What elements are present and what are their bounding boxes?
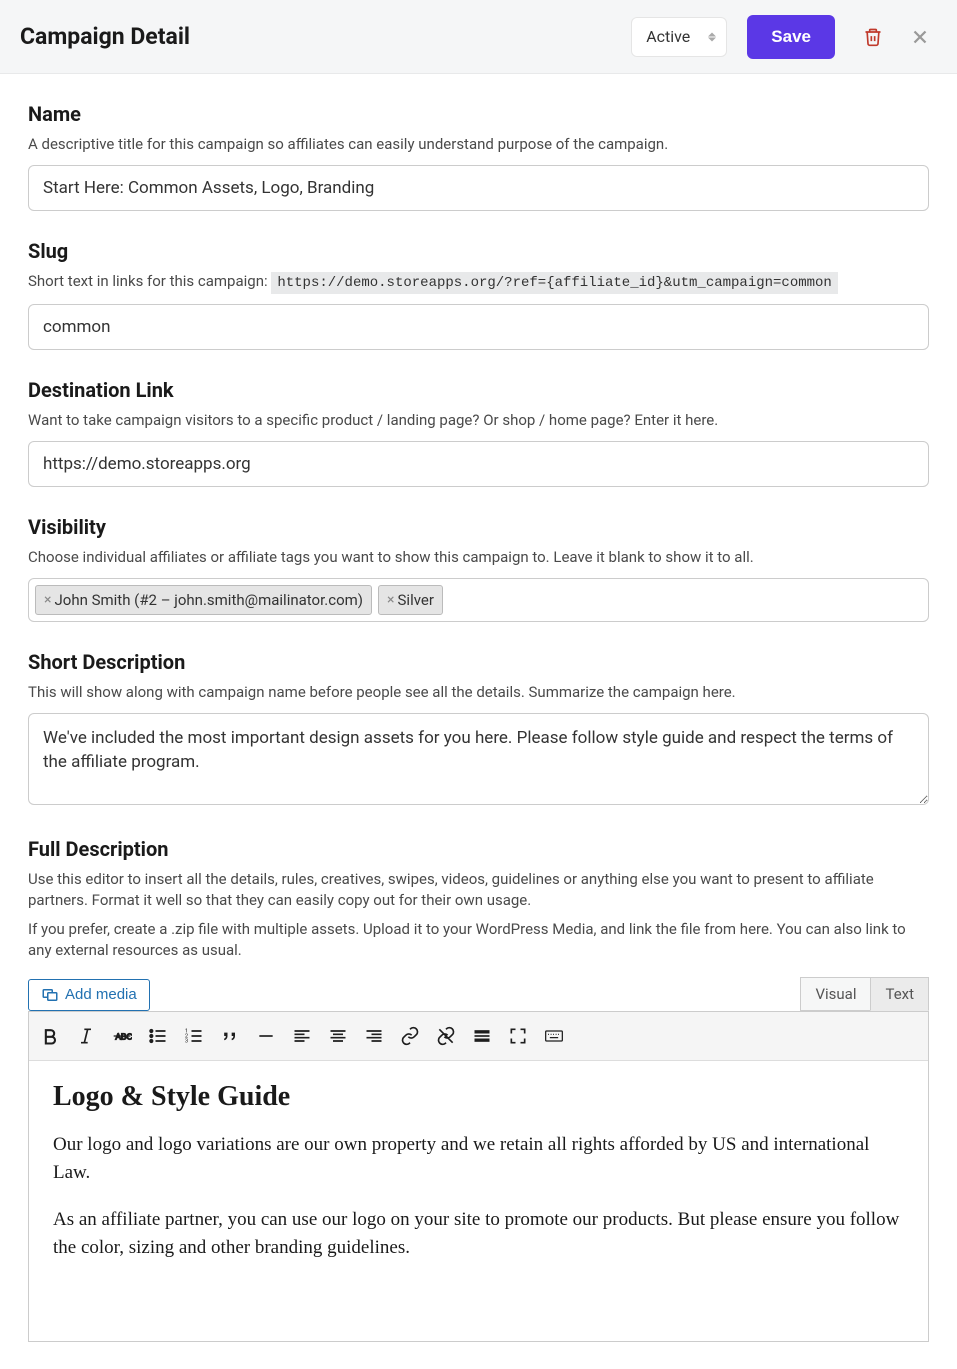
align-left-button[interactable] <box>285 1019 319 1053</box>
trash-icon <box>863 27 883 47</box>
unlink-button[interactable] <box>429 1019 463 1053</box>
editor-paragraph: Our logo and logo variations are our own… <box>53 1131 904 1188</box>
quote-icon <box>220 1026 240 1046</box>
short-desc-label: Short Description <box>28 650 929 674</box>
italic-icon <box>76 1026 96 1046</box>
numbered-list-icon: 123 <box>184 1026 204 1046</box>
status-value: Active <box>646 27 690 46</box>
close-button[interactable] <box>903 20 937 54</box>
strikethrough-icon: ABC <box>112 1026 132 1046</box>
field-destination: Destination Link Want to take campaign v… <box>28 378 929 487</box>
align-right-button[interactable] <box>357 1019 391 1053</box>
visibility-input[interactable]: × John Smith (#2 – john.smith@mailinator… <box>28 578 929 622</box>
bold-button[interactable] <box>33 1019 67 1053</box>
editor-top-row: Add media Visual Text <box>28 977 929 1011</box>
destination-input[interactable] <box>28 441 929 487</box>
page-title: Campaign Detail <box>20 23 631 50</box>
full-desc-label: Full Description <box>28 837 929 861</box>
destination-label: Destination Link <box>28 378 929 402</box>
editor-toolbar: ABC 123 <box>29 1012 928 1061</box>
field-slug: Slug Short text in links for this campai… <box>28 239 929 350</box>
editor-content[interactable]: Logo & Style Guide Our logo and logo var… <box>29 1061 928 1341</box>
align-center-button[interactable] <box>321 1019 355 1053</box>
link-icon <box>400 1026 420 1046</box>
slug-url-preview: https://demo.storeapps.org/?ref={affilia… <box>271 272 838 294</box>
hr-button[interactable] <box>249 1019 283 1053</box>
full-desc-help2: If you prefer, create a .zip file with m… <box>28 919 929 961</box>
numbered-list-button[interactable]: 123 <box>177 1019 211 1053</box>
field-name: Name A descriptive title for this campai… <box>28 102 929 211</box>
keyboard-icon <box>544 1026 564 1046</box>
chevron-updown-icon <box>708 32 716 41</box>
destination-help: Want to take campaign visitors to a spec… <box>28 410 929 431</box>
name-input[interactable] <box>28 165 929 211</box>
align-left-icon <box>292 1026 312 1046</box>
align-right-icon <box>364 1026 384 1046</box>
slug-input[interactable] <box>28 304 929 350</box>
header-bar: Campaign Detail Active Save <box>0 0 957 74</box>
tag-remove-icon[interactable]: × <box>44 592 51 608</box>
bullet-list-button[interactable] <box>141 1019 175 1053</box>
align-center-icon <box>328 1026 348 1046</box>
blockquote-button[interactable] <box>213 1019 247 1053</box>
kitchen-sink-button[interactable] <box>537 1019 571 1053</box>
add-media-button[interactable]: Add media <box>28 979 150 1011</box>
fullscreen-icon <box>508 1026 528 1046</box>
tab-text[interactable]: Text <box>870 977 929 1011</box>
rich-text-editor: ABC 123 Logo & Style Guide Our logo and … <box>28 1011 929 1342</box>
field-visibility: Visibility Choose individual affiliates … <box>28 515 929 622</box>
readmore-button[interactable] <box>465 1019 499 1053</box>
slug-help: Short text in links for this campaign: h… <box>28 271 929 294</box>
visibility-tag: × John Smith (#2 – john.smith@mailinator… <box>35 585 372 615</box>
editor-tabs: Visual Text <box>800 977 929 1011</box>
link-button[interactable] <box>393 1019 427 1053</box>
horizontal-rule-icon <box>256 1026 276 1046</box>
bullet-list-icon <box>148 1026 168 1046</box>
tab-visual[interactable]: Visual <box>800 977 870 1011</box>
editor-paragraph: As an affiliate partner, you can use our… <box>53 1206 904 1263</box>
tag-remove-icon[interactable]: × <box>387 592 394 608</box>
field-full-description: Full Description Use this editor to inse… <box>28 837 929 961</box>
visibility-help: Choose individual affiliates or affiliat… <box>28 547 929 568</box>
close-icon <box>909 26 931 48</box>
short-desc-help: This will show along with campaign name … <box>28 682 929 703</box>
editor-heading: Logo & Style Guide <box>53 1081 904 1113</box>
delete-button[interactable] <box>857 21 889 53</box>
bold-icon <box>40 1026 60 1046</box>
name-help: A descriptive title for this campaign so… <box>28 134 929 155</box>
save-button[interactable]: Save <box>747 15 835 59</box>
svg-text:3: 3 <box>185 1038 188 1044</box>
name-label: Name <box>28 102 929 126</box>
unlink-icon <box>436 1026 456 1046</box>
field-short-description: Short Description This will show along w… <box>28 650 929 809</box>
media-icon <box>41 986 59 1004</box>
fullscreen-button[interactable] <box>501 1019 535 1053</box>
visibility-label: Visibility <box>28 515 929 539</box>
strikethrough-button[interactable]: ABC <box>105 1019 139 1053</box>
short-desc-textarea[interactable] <box>28 713 929 805</box>
visibility-tag: × Silver <box>378 585 443 615</box>
full-desc-help1: Use this editor to insert all the detail… <box>28 869 929 911</box>
readmore-icon <box>472 1026 492 1046</box>
slug-label: Slug <box>28 239 929 263</box>
status-select[interactable]: Active <box>631 17 727 57</box>
italic-button[interactable] <box>69 1019 103 1053</box>
